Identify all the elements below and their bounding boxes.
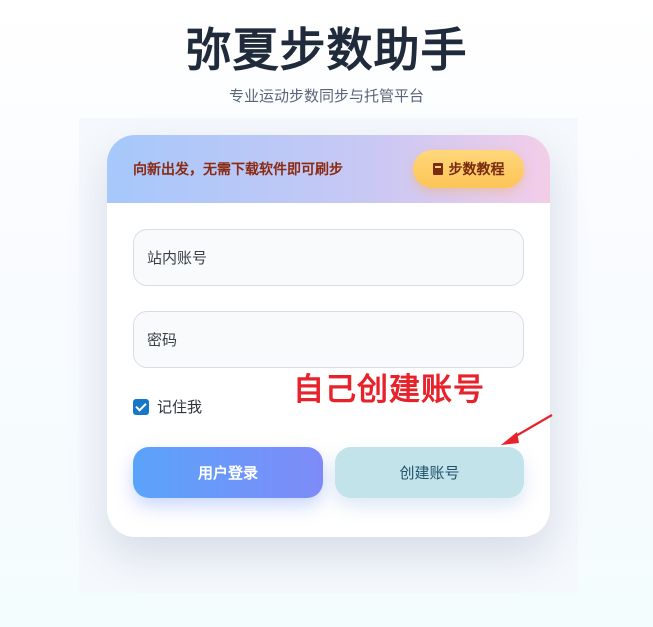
card-banner: 向新出发，无需下载软件即可刷步 步数教程 <box>107 135 550 203</box>
remember-label: 记住我 <box>157 398 203 416</box>
create-account-button[interactable]: 创建账号 <box>335 447 524 498</box>
banner-text: 向新出发，无需下载软件即可刷步 <box>133 162 343 178</box>
annotation-text: 自己创建账号 <box>293 372 485 408</box>
annotation-arrow-icon <box>501 414 553 445</box>
tutorial-button[interactable]: 步数教程 <box>413 150 524 188</box>
remember-me[interactable]: 记住我 <box>133 396 202 417</box>
remember-checkbox[interactable] <box>133 398 149 415</box>
tutorial-label: 步数教程 <box>448 162 505 178</box>
account-input[interactable] <box>133 229 524 286</box>
page-title: 弥夏步数助手 <box>185 23 468 77</box>
login-button[interactable]: 用户登录 <box>133 447 323 498</box>
book-icon <box>432 163 443 175</box>
page-subtitle: 专业运动步数同步与托管平台 <box>228 87 424 105</box>
password-input[interactable] <box>133 311 524 368</box>
login-card: 向新出发，无需下载软件即可刷步 步数教程 记住我 用户登录 创建账号 <box>107 135 550 537</box>
